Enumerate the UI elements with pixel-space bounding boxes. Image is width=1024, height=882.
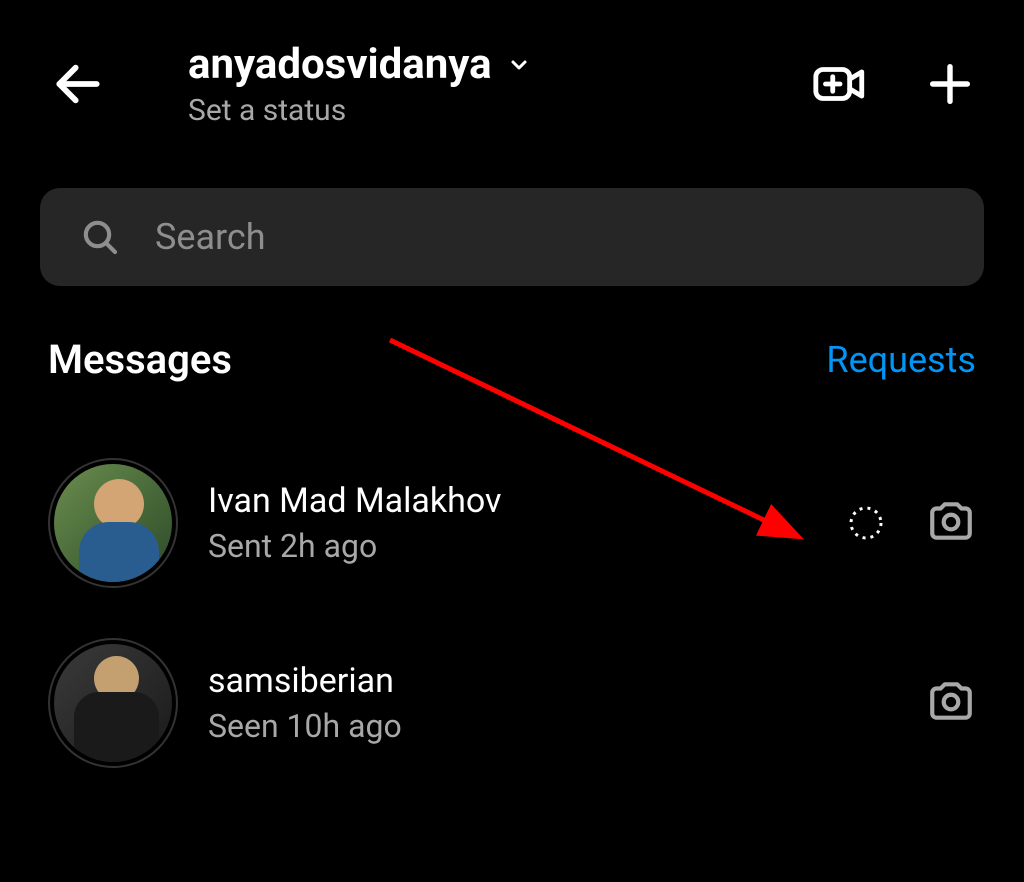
video-call-button[interactable] [811,55,869,113]
avatar[interactable] [48,458,178,588]
search-placeholder: Search [155,216,266,258]
requests-tab[interactable]: Requests [826,339,976,381]
thread-icons [926,676,976,730]
thread-name: samsiberian [208,661,896,701]
thread-list: Ivan Mad Malakhov Sent 2h ago [0,403,1024,823]
search-icon [80,217,120,257]
tabs-row: Messages Requests [0,286,1024,403]
camera-button[interactable] [926,496,976,550]
thread-status: Sent 2h ago [208,527,816,565]
vanish-mode-indicator-icon [846,503,886,543]
thread-icons [846,496,976,550]
camera-button[interactable] [926,676,976,730]
username-text: anyadosvidanya [188,40,492,89]
plus-icon [924,58,976,110]
search-input[interactable]: Search [40,188,984,286]
camera-icon [926,496,976,546]
back-arrow-icon [50,56,106,112]
header-actions [811,55,976,113]
camera-icon [926,676,976,726]
thread-status: Seen 10h ago [208,707,896,745]
new-message-button[interactable] [924,58,976,110]
messages-tab[interactable]: Messages [48,336,232,383]
avatar[interactable] [48,638,178,768]
username-dropdown[interactable]: anyadosvidanya [188,40,781,89]
thread-item[interactable]: Ivan Mad Malakhov Sent 2h ago [0,433,1024,613]
video-plus-icon [811,55,869,113]
header: anyadosvidanya Set a status [0,0,1024,148]
chevron-down-icon [507,53,531,77]
back-button[interactable] [48,54,108,114]
thread-item[interactable]: samsiberian Seen 10h ago [0,613,1024,793]
thread-info: samsiberian Seen 10h ago [208,661,896,745]
thread-info: Ivan Mad Malakhov Sent 2h ago [208,481,816,565]
status-prompt[interactable]: Set a status [188,93,781,128]
thread-name: Ivan Mad Malakhov [208,481,816,521]
header-title-area: anyadosvidanya Set a status [138,40,781,128]
